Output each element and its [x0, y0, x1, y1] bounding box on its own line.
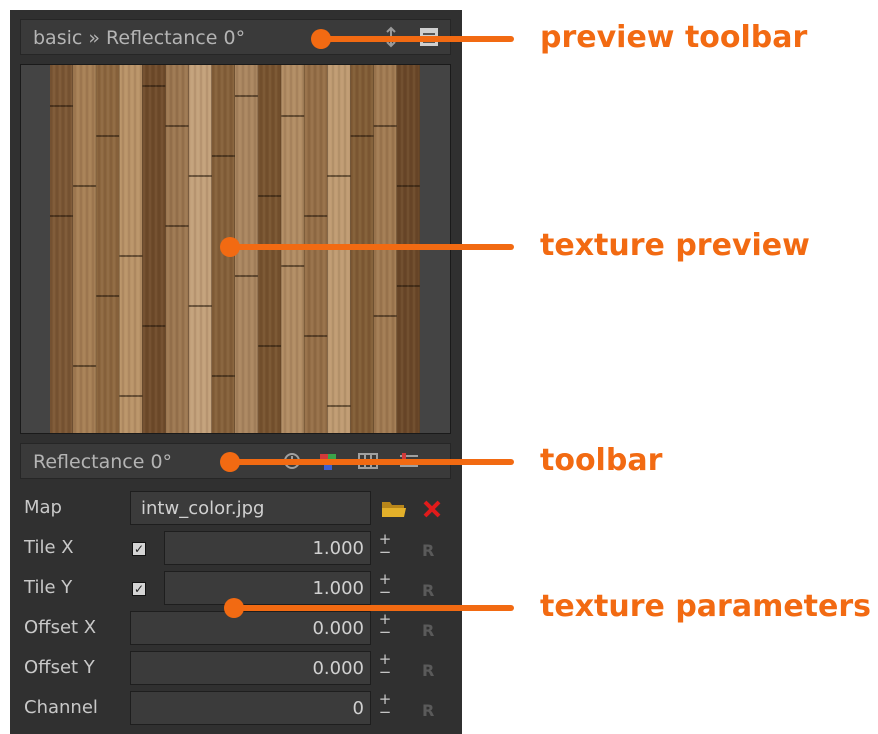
- tile-x-stepper[interactable]: + −: [377, 532, 393, 563]
- offset-y-value: 0.000: [312, 658, 364, 679]
- callout-line-toolbar: [228, 459, 514, 465]
- callout-line-texture-preview: [228, 244, 514, 250]
- channel-value: 0: [352, 698, 364, 719]
- channel-reset-button[interactable]: R: [422, 701, 434, 720]
- tile-x-value: 1.000: [312, 538, 364, 559]
- clear-map-icon[interactable]: [422, 499, 442, 519]
- offset-x-label: Offset X: [24, 617, 97, 638]
- offset-x-decrement[interactable]: −: [377, 625, 393, 640]
- tile-x-checkbox[interactable]: ✓: [132, 542, 146, 556]
- map-field[interactable]: intw_color.jpg: [130, 491, 371, 525]
- tile-y-checkbox[interactable]: ✓: [132, 582, 146, 596]
- callout-texture-parameters: texture parameters: [540, 589, 872, 624]
- tile-x-field[interactable]: 1.000: [164, 531, 371, 565]
- channel-label: Channel: [24, 697, 98, 718]
- toolbar-label: Reflectance 0°: [33, 451, 173, 473]
- offset-y-field[interactable]: 0.000: [130, 651, 371, 685]
- tile-x-reset-button[interactable]: R: [422, 541, 434, 560]
- tile-y-value: 1.000: [312, 578, 364, 599]
- offset-y-reset-button[interactable]: R: [422, 661, 434, 680]
- map-label: Map: [24, 497, 62, 518]
- offset-y-decrement[interactable]: −: [377, 665, 393, 680]
- tile-y-label: Tile Y: [24, 577, 73, 598]
- callout-toolbar: toolbar: [540, 443, 663, 478]
- offset-x-reset-button[interactable]: R: [422, 621, 434, 640]
- callout-line-texture-parameters: [232, 605, 514, 611]
- preview-breadcrumb[interactable]: basic » Reflectance 0°: [33, 27, 245, 49]
- channel-stepper[interactable]: + −: [377, 692, 393, 723]
- tile-y-reset-button[interactable]: R: [422, 581, 434, 600]
- tile-y-decrement[interactable]: −: [377, 585, 393, 600]
- offset-x-field[interactable]: 0.000: [130, 611, 371, 645]
- offset-x-value: 0.000: [312, 618, 364, 639]
- folder-icon[interactable]: [380, 497, 408, 519]
- callout-texture-preview: texture preview: [540, 228, 810, 263]
- tile-y-field[interactable]: 1.000: [164, 571, 371, 605]
- callout-line-preview-toolbar: [318, 36, 514, 42]
- offset-y-stepper[interactable]: + −: [377, 652, 393, 683]
- tile-x-label: Tile X: [24, 537, 74, 558]
- offset-x-stepper[interactable]: + −: [377, 612, 393, 643]
- tile-y-stepper[interactable]: + −: [377, 572, 393, 603]
- map-filename: intw_color.jpg: [141, 498, 265, 519]
- tile-x-decrement[interactable]: −: [377, 545, 393, 560]
- offset-y-label: Offset Y: [24, 657, 95, 678]
- callout-preview-toolbar: preview toolbar: [540, 20, 808, 55]
- channel-decrement[interactable]: −: [377, 705, 393, 720]
- channel-field[interactable]: 0: [130, 691, 371, 725]
